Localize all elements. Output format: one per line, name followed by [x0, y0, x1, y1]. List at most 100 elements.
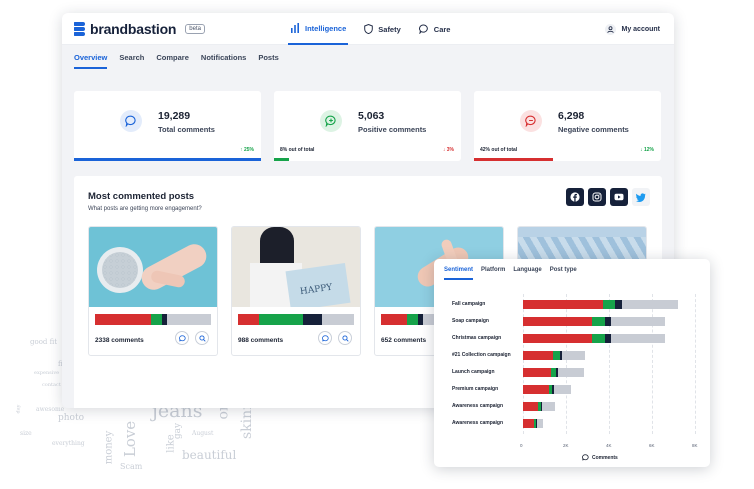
nav-safety[interactable]: Safety: [362, 13, 403, 45]
tab-notifications[interactable]: Notifications: [201, 53, 246, 69]
grid-line: [652, 294, 653, 434]
stat-card-total[interactable]: 19,289 Total comments ↑ 25%: [74, 91, 261, 161]
comment-icon[interactable]: [318, 331, 332, 345]
tab-compare[interactable]: Compare: [156, 53, 189, 69]
cloud-word: Love: [121, 420, 140, 458]
tab-posts[interactable]: Posts: [258, 53, 278, 69]
category-label: #21 Collection campaign: [452, 352, 511, 358]
cloud-word: expensive: [34, 370, 60, 376]
tab-overview[interactable]: Overview: [74, 53, 108, 69]
cloud-word: Scam: [120, 462, 143, 471]
sentiment-mix-bar: [95, 314, 211, 325]
search-icon[interactable]: [338, 331, 352, 345]
nav-intelligence[interactable]: Intelligence: [288, 13, 349, 45]
negative-segment: [95, 314, 151, 325]
post-image: HAPPY: [232, 227, 360, 307]
bar-segment: [591, 317, 605, 326]
category-label: Awareness campaign: [452, 420, 504, 426]
x-tick-label: 0: [520, 443, 523, 448]
stacked-bar[interactable]: [523, 351, 586, 360]
user-icon: [605, 23, 617, 35]
category-label: Fall campaign: [452, 301, 486, 307]
brand-name: brandbastion: [90, 20, 177, 37]
post-card[interactable]: HAPPY 988 comments: [231, 226, 361, 356]
panel-subtitle: What posts are getting more engagement?: [88, 206, 202, 212]
stacked-bar[interactable]: [523, 368, 585, 377]
stat-card-positive[interactable]: 5,063 Positive comments 8% out of total …: [274, 91, 461, 161]
stacked-bar[interactable]: [523, 334, 665, 343]
cloud-word: size: [20, 430, 32, 437]
grid-line: [523, 294, 524, 434]
stat-value: 19,289: [158, 110, 191, 122]
category-label: Awareness campaign: [452, 403, 504, 409]
shield-icon: [364, 24, 374, 34]
tab-platform[interactable]: Platform: [481, 267, 505, 280]
twitter-icon[interactable]: [632, 188, 650, 206]
stacked-bar[interactable]: [523, 317, 665, 326]
nav-intelligence-label: Intelligence: [305, 23, 347, 33]
instagram-icon[interactable]: [588, 188, 606, 206]
search-icon[interactable]: [195, 331, 209, 345]
bar-segment: [523, 317, 592, 326]
stat-share: 8% out of total: [280, 147, 315, 153]
bar-segment: [523, 351, 554, 360]
bar-segment: [611, 334, 665, 343]
stacked-bar[interactable]: [523, 385, 572, 394]
brand-logo[interactable]: brandbastion beta: [74, 21, 205, 37]
bar-segment: [523, 419, 534, 428]
comment-icon[interactable]: [175, 331, 189, 345]
x-axis-label-text: Comments: [592, 454, 618, 461]
bar-segment: [591, 334, 605, 343]
category-label: Soap campaign: [452, 318, 489, 324]
x-tick-label: 4K: [606, 443, 612, 448]
grid-line: [566, 294, 567, 434]
arrow-down-icon: ↓: [640, 147, 643, 153]
cloud-word: day: [15, 404, 22, 414]
comment-plus-icon: [320, 110, 342, 132]
category-label: Christmas campaign: [452, 335, 502, 341]
panel-title: Most commented posts: [88, 191, 195, 202]
facebook-icon[interactable]: [566, 188, 584, 206]
top-bar: brandbastion beta Intelligence Safety Ca…: [62, 13, 674, 45]
cloud-word: good fit: [30, 338, 58, 346]
platform-filters: [566, 188, 650, 206]
nav-care[interactable]: Care: [417, 13, 453, 45]
stats-row: 19,289 Total comments ↑ 25% 5,063 Positi…: [74, 91, 661, 161]
stat-label: Negative comments: [558, 125, 629, 134]
bar-segment: [523, 402, 539, 411]
neutral-segment: [302, 314, 322, 325]
tab-post-type[interactable]: Post type: [550, 267, 577, 280]
positive-segment: [406, 314, 419, 325]
chat-icon: [418, 24, 428, 34]
stat-change: ↓ 12%: [640, 147, 654, 153]
stacked-bar[interactable]: [523, 402, 556, 411]
stacked-bar[interactable]: [523, 419, 544, 428]
comment-count: 988 comments: [238, 337, 284, 344]
main-nav: Intelligence Safety Care: [288, 13, 452, 45]
stat-card-negative[interactable]: 6,298 Negative comments 42% out of total…: [474, 91, 661, 161]
category-label: Premium campaign: [452, 386, 499, 392]
x-axis-label: Comments: [582, 454, 618, 461]
tab-search[interactable]: Search: [119, 53, 144, 69]
post-card[interactable]: 2338 comments: [88, 226, 218, 356]
sub-nav: Overview Search Compare Notifications Po…: [74, 53, 279, 69]
stacked-bar[interactable]: [523, 300, 678, 309]
stat-share: 42% out of total: [480, 147, 518, 153]
grid-line: [695, 294, 696, 434]
bar-segment: [561, 351, 586, 360]
cloud-word: beautiful: [182, 448, 237, 462]
x-tick-label: 6K: [649, 443, 655, 448]
tab-sentiment[interactable]: Sentiment: [444, 267, 474, 280]
cloud-word: gay: [173, 422, 184, 440]
comment-minus-icon: [520, 110, 542, 132]
youtube-icon[interactable]: [610, 188, 628, 206]
category-label: Launch campaign: [452, 369, 495, 375]
cloud-word: awesome: [36, 406, 65, 413]
tab-language[interactable]: Language: [513, 267, 541, 280]
account-menu[interactable]: My account: [605, 13, 660, 45]
comment-count: 2338 comments: [95, 337, 144, 344]
bar-segment: [558, 368, 585, 377]
stat-value: 5,063: [358, 110, 385, 122]
stat-progress-bar: [274, 158, 289, 161]
bar-segment: [523, 334, 592, 343]
